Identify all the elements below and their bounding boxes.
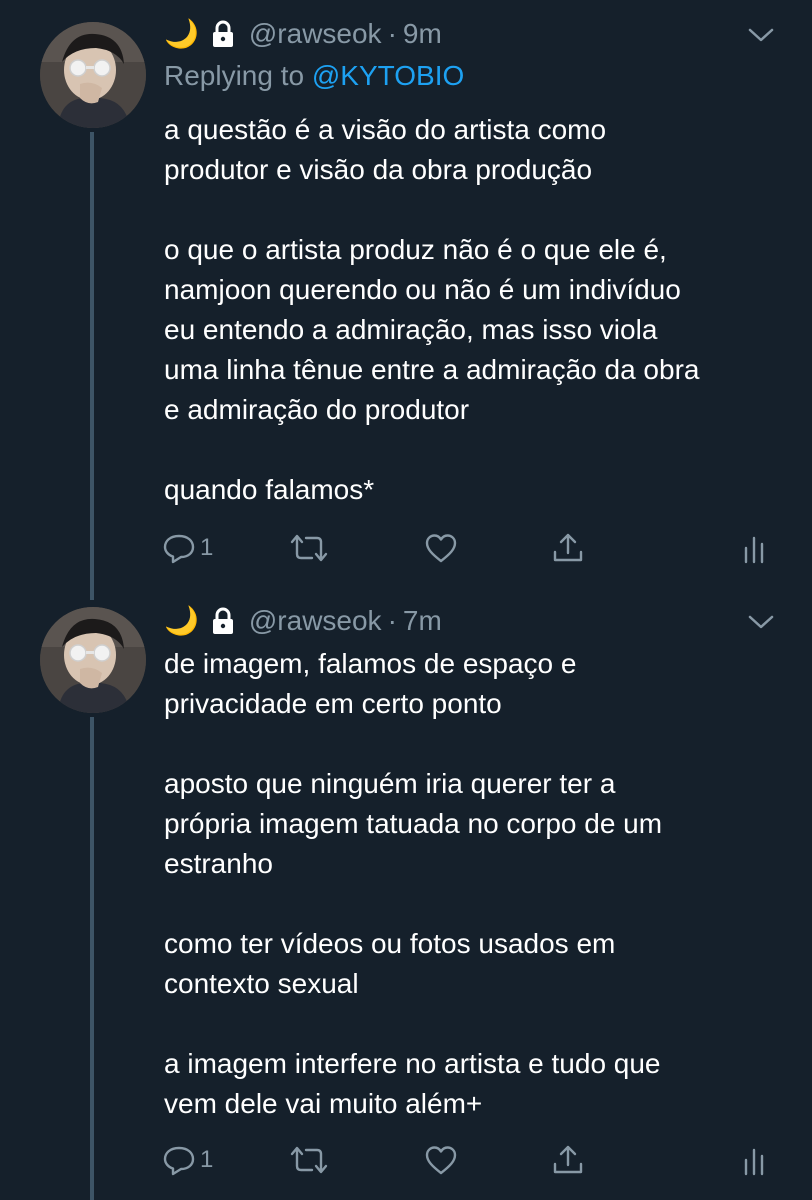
tweet[interactable]: 🌙 @rawseok · 7m de imagem, falamos de es… xyxy=(0,600,812,1200)
replying-to: Replying to @KYTOBIO xyxy=(164,60,464,92)
lock-icon xyxy=(212,607,233,634)
action-bar: 1 xyxy=(0,1140,812,1180)
share-icon xyxy=(553,533,583,562)
chevron-down-icon[interactable] xyxy=(748,27,774,43)
reply-icon xyxy=(163,534,195,564)
share-icon xyxy=(553,1145,583,1174)
paragraph: a imagem interfere no artista e tudo que… xyxy=(164,1048,661,1119)
thread-line xyxy=(90,717,94,1200)
reply-button[interactable]: 1 xyxy=(162,528,213,568)
reply-button[interactable]: 1 xyxy=(162,1140,213,1180)
separator: · xyxy=(387,18,397,49)
timestamp[interactable]: 9m xyxy=(403,18,442,50)
retweet-button[interactable] xyxy=(288,528,330,568)
like-button[interactable] xyxy=(424,1140,458,1180)
tweet-text: a questão é a visão do artista como prod… xyxy=(164,110,784,510)
like-icon xyxy=(425,534,457,563)
retweet-button[interactable] xyxy=(288,1140,330,1180)
user-handle[interactable]: @rawseok xyxy=(249,18,382,50)
tweet-header: 🌙 @rawseok · 9m xyxy=(164,16,442,52)
paragraph: aposto que ninguém iria querer ter a pró… xyxy=(164,768,663,879)
avatar[interactable] xyxy=(40,607,146,713)
replying-to-mention[interactable]: @KYTOBIO xyxy=(312,60,464,91)
share-button[interactable] xyxy=(551,1140,585,1180)
analytics-icon xyxy=(744,536,764,564)
analytics-icon xyxy=(744,1148,764,1176)
tweet-header: 🌙 @rawseok · 7m xyxy=(164,603,442,639)
paragraph: a questão é a visão do artista como prod… xyxy=(164,114,607,185)
paragraph: de imagem, falamos de espaço e privacida… xyxy=(164,648,577,719)
like-icon xyxy=(425,1146,457,1175)
action-bar: 1 xyxy=(0,528,812,568)
lock-icon xyxy=(212,20,233,47)
tweet[interactable]: 🌙 @rawseok · 9m Replying to @KYTOBIO a q… xyxy=(0,0,812,600)
chevron-down-icon[interactable] xyxy=(748,614,774,630)
retweet-icon xyxy=(290,1146,328,1174)
paragraph: quando falamos* xyxy=(164,474,375,505)
retweet-icon xyxy=(290,534,328,562)
analytics-button[interactable] xyxy=(742,1140,768,1180)
reply-count: 1 xyxy=(200,1146,214,1173)
timestamp[interactable]: 7m xyxy=(403,605,442,637)
reply-count: 1 xyxy=(200,534,214,561)
user-handle[interactable]: @rawseok xyxy=(249,605,382,637)
moon-emoji[interactable]: 🌙 xyxy=(164,607,199,635)
moon-emoji[interactable]: 🌙 xyxy=(164,20,199,48)
replying-to-label: Replying to xyxy=(164,60,305,91)
avatar[interactable] xyxy=(40,22,146,128)
analytics-button[interactable] xyxy=(742,528,768,568)
like-button[interactable] xyxy=(424,528,458,568)
separator: · xyxy=(387,605,397,636)
paragraph: como ter vídeos ou fotos usados em conte… xyxy=(164,928,616,999)
share-button[interactable] xyxy=(551,528,585,568)
reply-icon xyxy=(163,1146,195,1176)
tweet-text: de imagem, falamos de espaço e privacida… xyxy=(164,644,784,1124)
paragraph: o que o artista produz não é o que ele é… xyxy=(164,234,700,425)
